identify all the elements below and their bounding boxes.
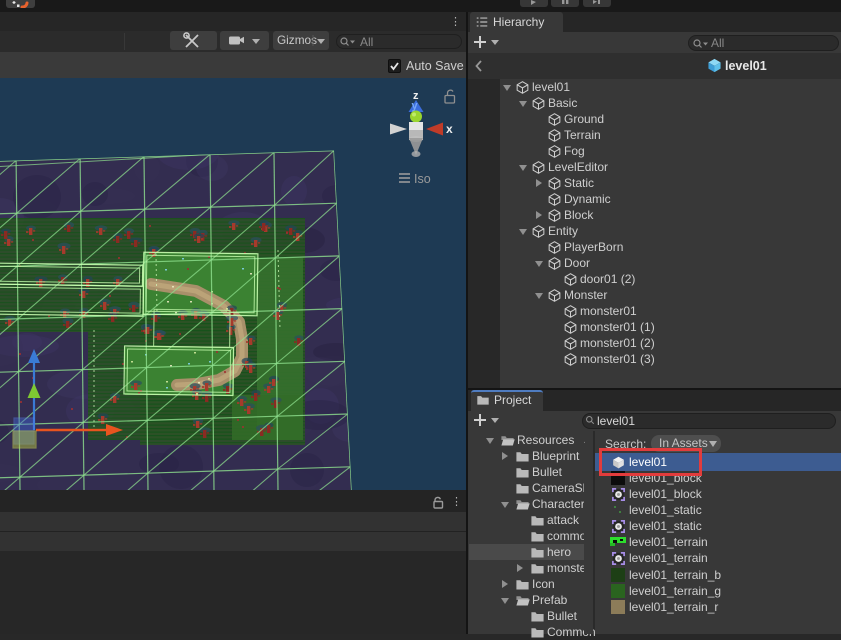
svg-text:Gizmos: Gizmos bbox=[277, 33, 317, 47]
svg-text:Iso: Iso bbox=[414, 172, 431, 186]
svg-text:y: y bbox=[412, 100, 419, 112]
svg-text:x: x bbox=[446, 122, 453, 136]
